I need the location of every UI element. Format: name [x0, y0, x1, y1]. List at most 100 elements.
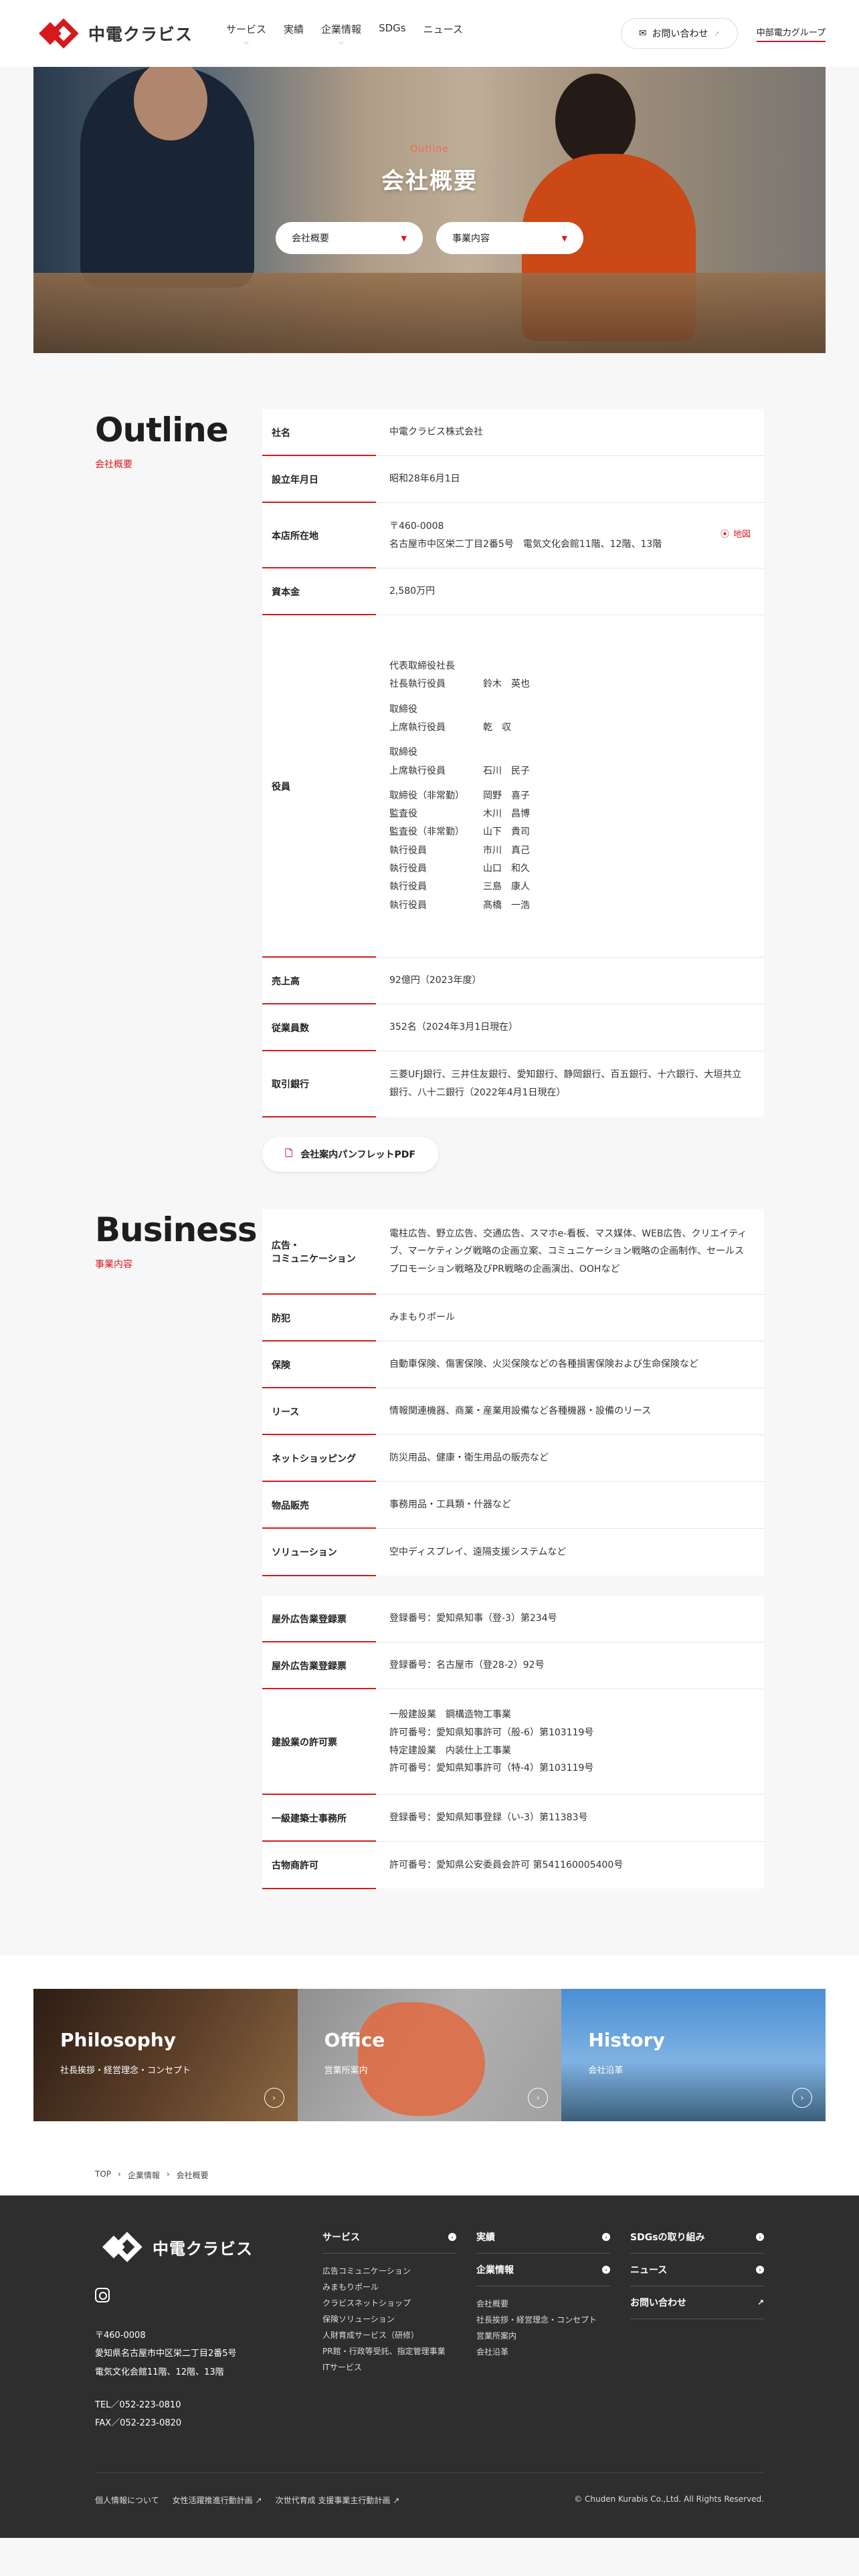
officers-list: 代表取締役社長 社長執行役員 鈴木 英也 取締役 上席執行役員乾 収 取締役 上席… — [389, 661, 530, 911]
table-row: ソリューション 空中ディスプレイ、遠隔支援システムなど — [262, 1529, 764, 1576]
table-row: 売上高 92億円（2023年度） — [262, 958, 764, 1004]
privacy-link[interactable]: 個人情報について — [95, 2494, 159, 2506]
footer-sublink[interactable]: 保険ソリューション — [322, 2311, 456, 2327]
next-gen-plan-link[interactable]: 次世代育成 支援事業主行動計画 ↗ — [276, 2494, 400, 2506]
footer-link-contact[interactable]: お問い合わせ ↗ — [630, 2296, 764, 2319]
map-pin-icon: ⦿ — [720, 530, 729, 540]
footer-logo[interactable]: 中電クラビス — [95, 2230, 322, 2264]
table-row: 古物商許可 許可番号：愛知県公安委員会許可 第541160005400号 — [262, 1842, 764, 1889]
license-table: 屋外広告業登録票 登録番号：愛知県知事（登-3）第234号 屋外広告業登録票 登… — [262, 1596, 764, 1889]
footer-sublink[interactable]: 社長挨拶・経営理念・コンセプト — [476, 2312, 610, 2328]
footer-sublink[interactable]: ITサービス — [322, 2359, 456, 2375]
arrow-right-icon: › — [602, 2266, 610, 2274]
footer-sublink[interactable]: 会社概要 — [476, 2296, 610, 2312]
breadcrumb-company[interactable]: 企業情報 — [128, 2169, 160, 2181]
card-office[interactable]: Office 営業所案内 › — [297, 1989, 562, 2121]
card-philosophy[interactable]: Philosophy 社長挨拶・経営理念・コンセプト › — [33, 1989, 298, 2121]
section-subtitle: 会社概要 — [95, 459, 132, 470]
nav-label: サービス — [226, 23, 267, 35]
nav-label: ニュース — [423, 23, 463, 35]
nav-label: 企業情報 — [321, 23, 362, 35]
contact-button[interactable]: ✉ お問い合わせ ↗ — [620, 18, 738, 49]
external-link-icon: ↗ — [713, 29, 720, 38]
footer-sublink[interactable]: 会社沿革 — [476, 2344, 610, 2360]
chevron-down-icon: ▼ — [401, 233, 407, 243]
nav-item-works[interactable]: 実績 — [284, 22, 304, 45]
table-row: リース 情報関連機器、商業・産業用設備など各種機器・設備のリース — [262, 1388, 764, 1435]
table-row: 資本金 2,580万円 — [262, 568, 764, 615]
table-row: 本店所在地 〒460-0008 名古屋市中区栄二丁目2番5号 電気文化会館11階… — [262, 503, 764, 568]
site-footer: 中電クラビス 〒460-0008 愛知県名古屋市中区栄二丁目2番5号 電気文化会… — [0, 2195, 859, 2539]
nav-item-news[interactable]: ニュース — [423, 22, 463, 45]
footer-sublink[interactable]: みまもりポール — [322, 2279, 456, 2295]
nav-item-sdgs[interactable]: SDGs — [379, 22, 406, 45]
footer-sublink[interactable]: クラビスネットショップ — [322, 2295, 456, 2311]
card-history[interactable]: History 会社沿革 › — [561, 1989, 826, 2121]
arrow-right-icon: › — [448, 2233, 456, 2241]
site-logo[interactable]: 中電クラビス — [33, 17, 193, 50]
copyright: © Chuden Kurabis Co.,Ltd. All Rights Res… — [574, 2494, 764, 2504]
anchor-select-business[interactable]: 事業内容 ▼ — [436, 222, 583, 254]
logo-mark-icon — [39, 18, 79, 49]
table-row: 物品販売 事務用品・工具類・什器など — [262, 1482, 764, 1529]
nav-item-service[interactable]: サービス ⌵ — [226, 22, 267, 46]
page-title: 会社概要 — [381, 168, 478, 195]
footer-link-service[interactable]: サービス › — [322, 2230, 456, 2254]
anchor-select-outline[interactable]: 会社概要 ▼ — [276, 222, 423, 254]
table-row: ネットショッピング 防災用品、健康・衛生用品の販売など — [262, 1435, 764, 1482]
women-action-plan-link[interactable]: 女性活躍推進行動計画 ↗ — [173, 2494, 262, 2506]
footer-link-company[interactable]: 企業情報 › — [476, 2263, 610, 2286]
business-table: 広告・ コミュニケーション 電柱広告、野立広告、交通広告、スマホe-看板、マス媒… — [262, 1209, 764, 1576]
arrow-right-icon: › — [756, 2266, 764, 2274]
table-row: 防犯 みまもりポール — [262, 1295, 764, 1341]
table-row: 社名 中電クラビス株式会社 — [262, 409, 764, 456]
breadcrumb-top[interactable]: TOP — [95, 2169, 111, 2181]
main-nav: サービス ⌵ 実績 企業情報 ⌵ SDGs ニュース — [226, 22, 463, 46]
table-row: 設立年月日 昭和28年6月1日 — [262, 456, 764, 503]
table-row: 従業員数 352名（2024年3月1日現在） — [262, 1004, 764, 1051]
footer-sublink[interactable]: 営業所案内 — [476, 2328, 610, 2344]
mail-icon: ✉ — [638, 28, 647, 39]
table-row: 建設業の許可票 一般建設業 鋼構造物工事業 許可番号：愛知県知事許可（般-6）第… — [262, 1689, 764, 1795]
pdf-file-icon: 🗋 — [285, 1148, 293, 1159]
footer-sublink[interactable]: PR館・行政等受託、指定管理事業 — [322, 2343, 456, 2359]
section-title: Outline — [95, 411, 229, 449]
table-row: 保険 自動車保険、傷害保険、火災保険などの各種損害保険および生命保険など — [262, 1341, 764, 1388]
table-row: 一級建築士事務所 登録番号：愛知県知事登録（い-3）第11383号 — [262, 1795, 764, 1842]
arrow-right-icon: › — [528, 2088, 549, 2108]
table-row: 役員 代表取締役社長 社長執行役員 鈴木 英也 取締役 上席執行役員乾 収 取締役… — [262, 615, 764, 958]
footer-sublink[interactable]: 広告コミュニケーション — [322, 2263, 456, 2279]
breadcrumb-current: 会社概要 — [176, 2171, 209, 2180]
table-row: 屋外広告業登録票 登録番号：愛知県知事（登-3）第234号 — [262, 1596, 764, 1642]
business-section: Business 事業内容 広告・ コミュニケーション 電柱広告、野立広告、交通… — [0, 1209, 859, 1889]
footer-link-works[interactable]: 実績 › — [476, 2230, 610, 2254]
chevron-down-icon: ▼ — [561, 233, 567, 243]
instagram-icon[interactable] — [95, 2288, 110, 2302]
group-link[interactable]: 中部電力グループ — [756, 25, 826, 42]
breadcrumb: TOP › 企業情報 › 会社概要 — [0, 2155, 859, 2195]
arrow-right-icon: › — [602, 2233, 610, 2241]
external-link-icon: ↗ — [255, 2496, 262, 2506]
map-link[interactable]: ⦿ 地図 — [721, 527, 751, 544]
chevron-right-icon: › — [118, 2169, 121, 2179]
hero-banner: Outline 会社概要 会社概要 ▼ 事業内容 ▼ — [33, 67, 826, 353]
footer-link-news[interactable]: ニュース › — [630, 2263, 764, 2286]
logo-text: 中電クラビス — [88, 25, 193, 44]
nav-item-company[interactable]: 企業情報 ⌵ — [321, 22, 362, 46]
footer-sublink[interactable]: 人財育成サービス（研修） — [322, 2327, 456, 2343]
footer-link-sdgs[interactable]: SDGsの取り組み › — [630, 2230, 764, 2254]
arrow-right-icon: › — [792, 2088, 813, 2108]
pdf-download-button[interactable]: 🗋 会社案内パンフレットPDF — [262, 1137, 438, 1172]
nav-label: 実績 — [284, 23, 304, 35]
outline-table: 社名 中電クラビス株式会社 設立年月日 昭和28年6月1日 本店所在地 〒460… — [262, 409, 764, 1117]
hero-subtitle: Outline — [410, 144, 449, 154]
outline-section: Outline 会社概要 社名 中電クラビス株式会社 設立年月日 昭和28年6月… — [0, 409, 859, 1117]
section-subtitle: 事業内容 — [95, 1259, 132, 1270]
external-link-icon: ↗ — [757, 2298, 764, 2307]
section-title: Business — [95, 1210, 258, 1249]
nav-label: SDGs — [379, 21, 406, 34]
contact-label: お問い合わせ — [652, 29, 708, 39]
external-link-icon: ↗ — [393, 2496, 400, 2506]
site-header: 中電クラビス サービス ⌵ 実績 企業情報 ⌵ SDGs ニュース ✉ お問い合わせ… — [0, 0, 859, 67]
chevron-down-icon: ⌵ — [244, 38, 249, 46]
